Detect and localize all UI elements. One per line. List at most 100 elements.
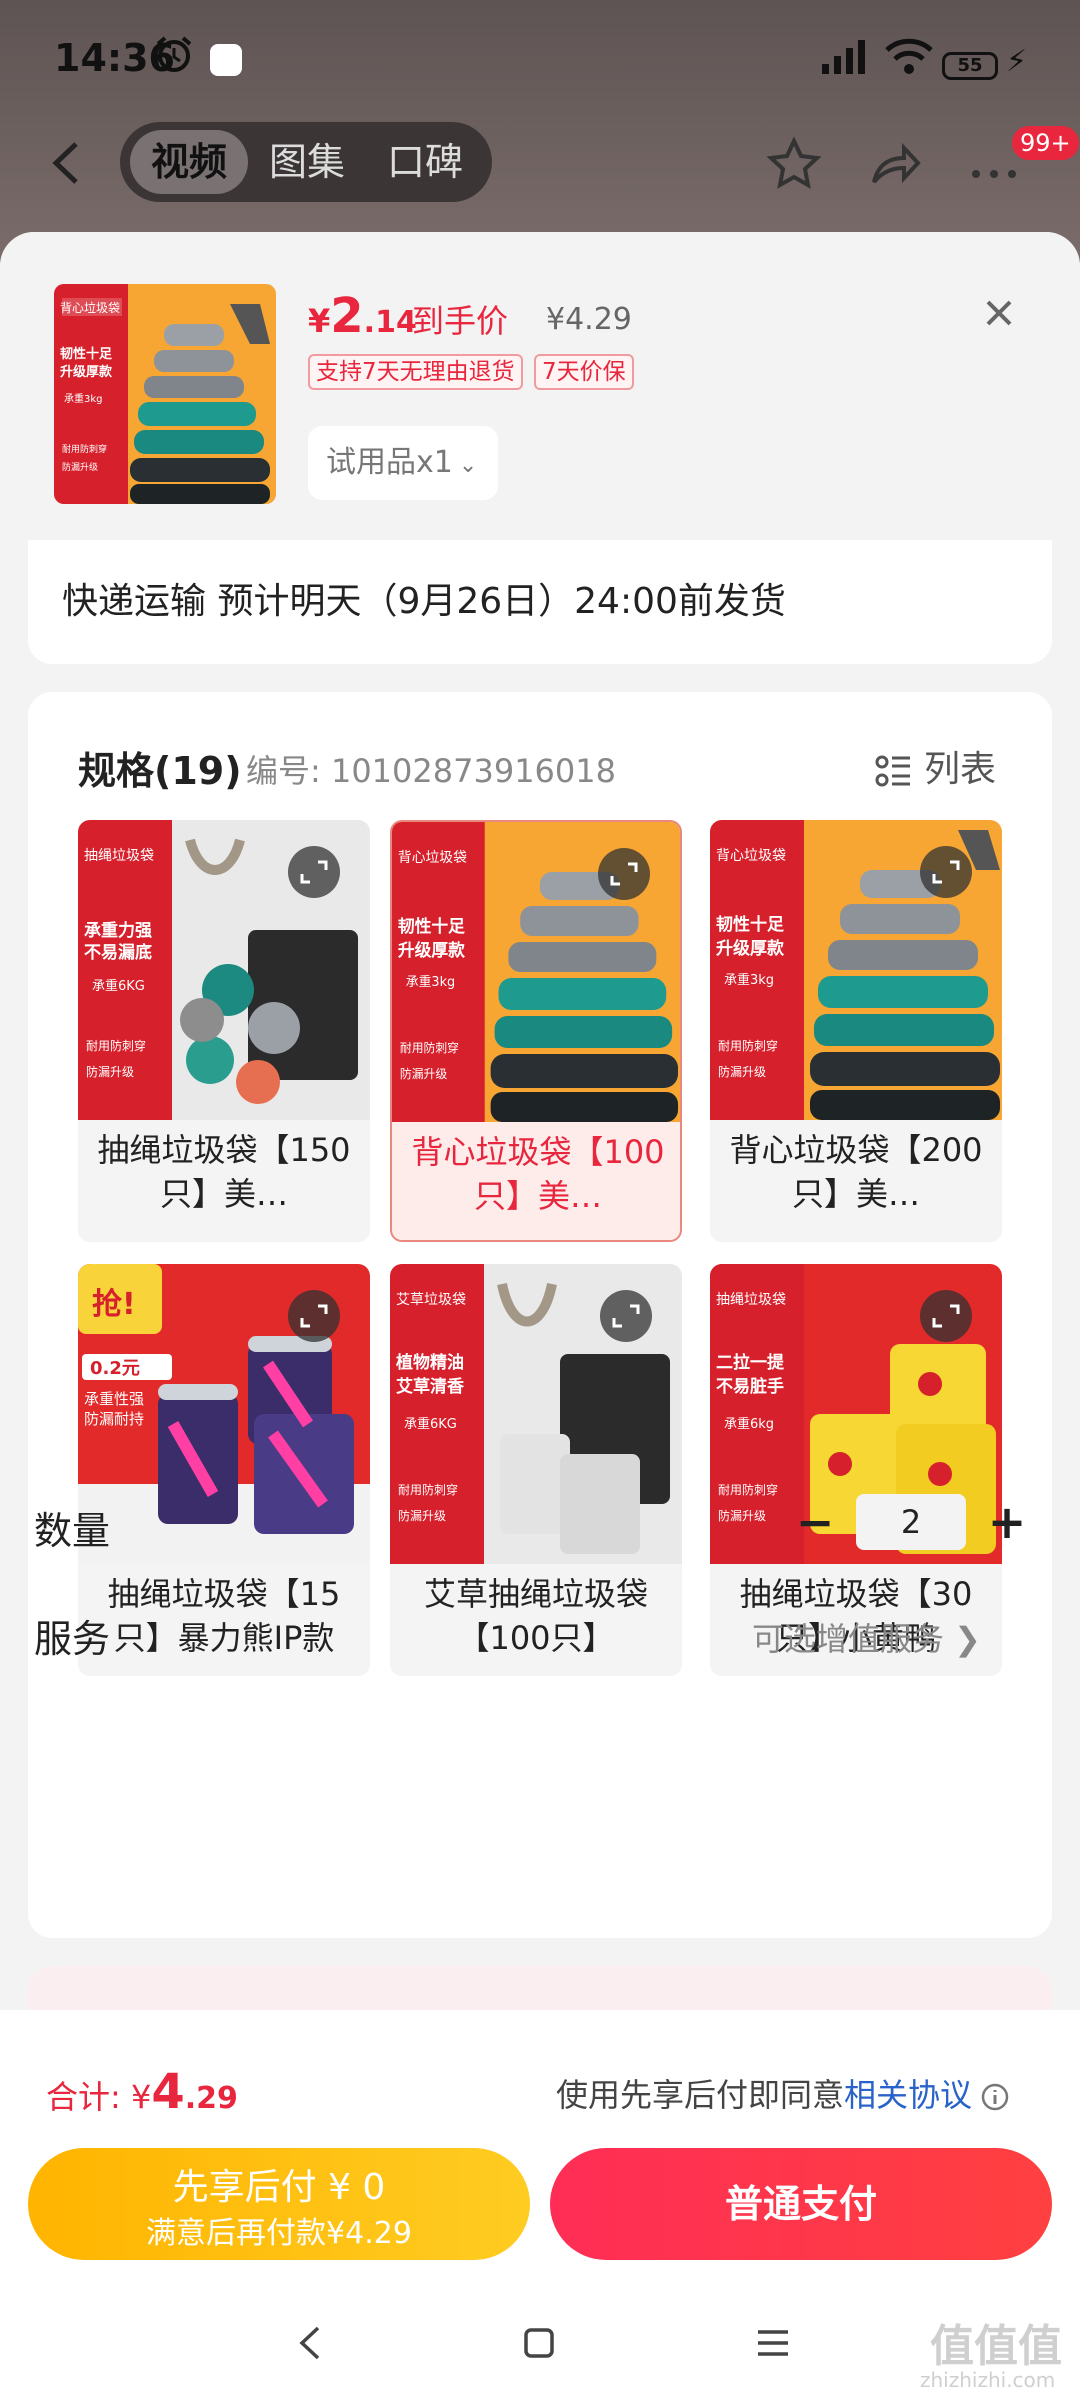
total-integer: 4 [151,2064,185,2120]
svg-text:耐用防刺穿: 耐用防刺穿 [86,1038,146,1053]
svg-text:耐用防刺穿: 耐用防刺穿 [400,1041,459,1055]
svg-text:韧性十足: 韧性十足 [716,914,784,935]
media-tabs: 视频 图集 口碑 [120,122,492,202]
svg-text:0.2元: 0.2元 [90,1358,140,1379]
spec-item[interactable]: 抢! 0.2元 承重性强 防漏耐持 抽绳垃圾袋【15只】暴力熊IP款 [78,1264,370,1676]
svg-text:升级厚款: 升级厚款 [398,940,465,960]
service-selector[interactable]: 可选增值服务 ❯ [752,1614,981,1660]
spec-item[interactable]: 艾草垃圾袋 植物精油 艾草清香 承重6KG 耐用防刺穿 防漏升级 艾草抽绳垃圾袋… [390,1264,682,1676]
total-price: 合计: ¥4.29 [46,2064,238,2120]
pay-later-title: 先享后付 ¥ 0 [172,2167,386,2208]
return-policy-tag: 支持7天无理由退货 [308,354,523,390]
svg-text:承重3kg: 承重3kg [406,974,455,990]
svg-text:艾草清香: 艾草清香 [396,1376,464,1397]
list-view-label: 列表 [924,749,997,790]
expand-icon[interactable] [288,1290,340,1342]
close-icon[interactable] [978,292,1020,334]
selected-option-dropdown[interactable]: 试用品x1 ⌄ [308,426,498,500]
svg-text:背心垃圾袋: 背心垃圾袋 [398,850,467,866]
signal-icon [822,40,865,74]
expand-icon[interactable] [600,1290,652,1342]
price-label: 到手价 [412,302,509,340]
list-view-button[interactable]: 列表 [874,740,996,792]
expand-icon[interactable] [920,846,972,898]
charging-icon: ⚡ [1006,44,1028,79]
nav-back-icon[interactable] [288,2320,334,2366]
quantity-minus-button[interactable]: − [790,1498,840,1546]
watermark-logo: 值值值 [930,2321,1062,2372]
svg-text:承重6KG: 承重6KG [404,1416,457,1432]
sku-sheet: 背心垃圾袋 韧性十足 升级厚款 承重3kg 耐用防刺穿 防漏升级 ¥2.14 到… [0,232,1080,2180]
tab-video[interactable]: 视频 [130,130,248,194]
svg-text:耐用防刺穿: 耐用防刺穿 [62,443,107,455]
nav-home-icon[interactable] [516,2320,562,2366]
svg-text:抢!: 抢! [92,1287,136,1322]
svg-text:防漏升级: 防漏升级 [718,1508,766,1523]
agreement-link[interactable]: 相关协议 [844,2076,972,2114]
share-icon[interactable] [866,136,922,192]
svg-text:防漏升级: 防漏升级 [400,1067,447,1081]
spec-item-caption: 抽绳垃圾袋【150只】美… [97,1131,351,1213]
quantity-input[interactable]: 2 [856,1494,966,1550]
svg-text:防漏升级: 防漏升级 [62,461,98,473]
tab-gallery[interactable]: 图集 [248,130,366,194]
spec-item-caption: 抽绳垃圾袋【15只】暴力熊IP款 [107,1575,341,1657]
svg-text:升级厚款: 升级厚款 [716,938,785,959]
quantity-plus-button[interactable]: + [982,1498,1032,1546]
svg-text:防漏升级: 防漏升级 [718,1064,766,1079]
list-icon [875,755,910,787]
total-currency: ¥ [130,2078,152,2116]
original-price: ¥4.29 [546,302,632,337]
svg-text:韧性十足: 韧性十足 [60,346,113,362]
svg-text:防漏升级: 防漏升级 [86,1064,134,1079]
svg-text:耐用防刺穿: 耐用防刺穿 [718,1038,778,1053]
svg-text:抽绳垃圾袋: 抽绳垃圾袋 [716,1292,786,1308]
svg-text:二拉一提: 二拉一提 [716,1352,785,1373]
svg-text:承重3kg: 承重3kg [64,392,103,405]
agreement-text: 使用先享后付即同意相关协议 [556,2070,1010,2116]
svg-text:植物精油: 植物精油 [396,1352,464,1373]
spec-item-caption: 背心垃圾袋【100只】美… [411,1133,665,1215]
svg-text:耐用防刺穿: 耐用防刺穿 [718,1482,778,1497]
quantity-stepper: − 2 + [790,1494,1030,1554]
pay-later-button[interactable]: 先享后付 ¥ 0 满意后再付款¥4.29 [28,2148,530,2260]
svg-text:背心垃圾袋: 背心垃圾袋 [716,848,786,864]
shipping-info: 快递运输 预计明天（9月26日）24:00前发货 [28,540,1052,664]
spec-item[interactable]: 背心垃圾袋 韧性十足 升级厚款 承重3kg 耐用防刺穿 防漏升级 背心垃圾袋【2… [710,820,1002,1242]
info-icon[interactable] [980,2082,1010,2112]
svg-text:承重3kg: 承重3kg [724,972,774,988]
service-label: 服务 [34,1617,111,1661]
spec-item-selected[interactable]: 背心垃圾袋 韧性十足 升级厚款 承重3kg 耐用防刺穿 防漏升级 背心垃圾袋【1… [390,820,682,1242]
svg-text:不易漏底: 不易漏底 [84,942,152,963]
svg-text:背心垃圾袋: 背心垃圾袋 [60,300,120,315]
svg-text:承重6kg: 承重6kg [724,1416,774,1432]
current-price: ¥2.14 [308,288,417,344]
svg-text:防漏耐持: 防漏耐持 [84,1410,144,1428]
svg-text:防漏升级: 防漏升级 [398,1508,446,1523]
spec-item[interactable]: 抽绳垃圾袋 承重力强 不易漏底 承重6KG 耐用防刺穿 防漏升级 抽绳垃圾袋【1… [78,820,370,1242]
expand-icon[interactable] [288,846,340,898]
total-decimal: .29 [184,2081,238,2116]
back-arrow-icon[interactable] [44,138,94,188]
selected-option-label: 试用品x1 [326,445,453,480]
app-notification-icon [210,44,242,76]
svg-text:承重6KG: 承重6KG [92,978,145,994]
battery-icon: 55 [942,52,998,80]
product-thumbnail: 背心垃圾袋 韧性十足 升级厚款 承重3kg 耐用防刺穿 防漏升级 [54,284,276,504]
status-bar: 14:36 55 ⚡ [0,30,1080,94]
pay-later-subtitle: 满意后再付款¥4.29 [146,2216,412,2251]
quantity-label: 数量 [34,1509,111,1553]
alarm-icon [156,36,192,72]
expand-icon[interactable] [920,1290,972,1342]
notification-badge: 99+ [1012,126,1079,160]
system-nav-bar [0,2310,1080,2380]
wifi-icon [885,38,933,74]
tab-reviews[interactable]: 口碑 [366,130,484,194]
normal-pay-button[interactable]: 普通支付 [550,2148,1052,2260]
total-label: 合计: [46,2078,121,2116]
top-nav: 视频 图集 口碑 99+ [0,118,1080,208]
expand-icon[interactable] [598,848,650,900]
price-protect-tag: 7天价保 [534,354,634,390]
star-icon[interactable] [766,136,822,192]
nav-menu-icon[interactable] [750,2320,796,2366]
